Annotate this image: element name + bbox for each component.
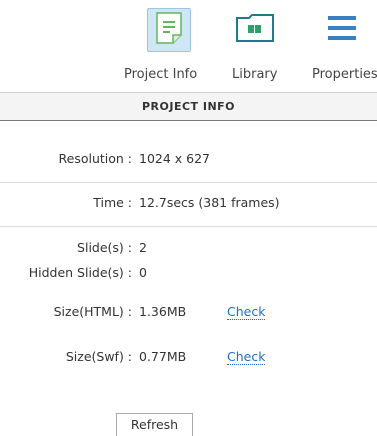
tab-library-label[interactable]: Library <box>232 67 277 82</box>
slides-value: 2 <box>139 240 147 255</box>
resolution-label: Resolution : <box>58 151 133 166</box>
library-button[interactable] <box>233 8 277 52</box>
refresh-button[interactable]: Refresh <box>116 413 193 436</box>
slides-row: Slide(s) : 2 <box>0 238 377 258</box>
size-html-value: 1.36MB <box>139 304 187 319</box>
properties-icon <box>324 13 360 47</box>
time-label: Time : <box>93 195 132 210</box>
time-row: Time : 12.7secs (381 frames) <box>0 193 377 213</box>
library-icon <box>235 13 275 47</box>
size-swf-value: 0.77MB <box>139 349 187 364</box>
size-swf-row: Size(Swf) : 0.77MB Check <box>0 347 377 367</box>
check-swf-link[interactable]: Check <box>227 349 266 365</box>
size-html-row: Size(HTML) : 1.36MB Check <box>0 302 377 322</box>
tab-project-info-label[interactable]: Project Info <box>124 67 197 82</box>
resolution-row: Resolution : 1024 x 627 <box>0 149 377 169</box>
row-divider <box>0 226 377 227</box>
toolbar: Project Info Library Properties <box>0 0 377 92</box>
resolution-value: 1024 x 627 <box>139 151 211 166</box>
tab-properties-label[interactable]: Properties <box>312 67 377 82</box>
project-info-icon <box>156 12 182 48</box>
row-divider <box>0 182 377 183</box>
project-info-button[interactable] <box>147 8 191 52</box>
size-swf-label: Size(Swf) : <box>65 349 132 364</box>
hidden-slides-value: 0 <box>139 265 147 280</box>
size-html-label: Size(HTML) : <box>53 304 132 319</box>
slides-label: Slide(s) : <box>77 240 132 255</box>
project-info-panel: Project Info Library Properties PROJECT … <box>0 0 377 436</box>
check-html-link[interactable]: Check <box>227 304 266 320</box>
hidden-slides-label: Hidden Slide(s) : <box>28 265 132 280</box>
section-title: PROJECT INFO <box>0 93 377 121</box>
time-value: 12.7secs (381 frames) <box>139 195 280 210</box>
hidden-slides-row: Hidden Slide(s) : 0 <box>0 263 377 283</box>
properties-button[interactable] <box>320 8 364 52</box>
